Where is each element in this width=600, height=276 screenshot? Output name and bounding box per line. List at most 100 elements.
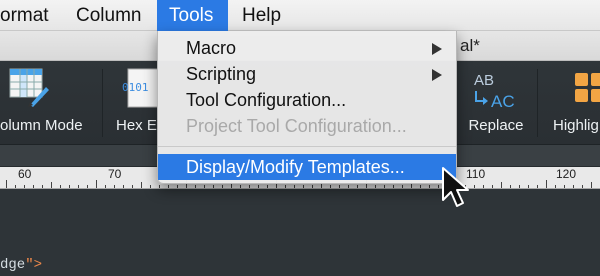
code-token: dge	[0, 257, 26, 273]
ruler-tick	[132, 185, 133, 188]
ruler-tick	[528, 185, 529, 188]
ruler-tick	[420, 185, 421, 188]
replace-icon-top: AB	[474, 72, 494, 89]
ruler-tick	[33, 185, 34, 188]
replace-icon-bottom: AC	[491, 92, 515, 109]
ruler-tick	[141, 182, 142, 188]
highlight-button[interactable]: Highlig	[545, 61, 600, 145]
ruler-tick	[258, 185, 259, 188]
hex-edit-button[interactable]: 0101 Hex E	[104, 61, 164, 145]
code-line: dge">	[0, 257, 42, 273]
ruler-tick	[474, 185, 475, 188]
ruler-tick	[60, 185, 61, 188]
ruler-tick	[123, 185, 124, 188]
menu-item-display-modify-templates[interactable]: Display/Modify Templates...	[158, 154, 456, 180]
menu-item-scripting-label: Scripting	[186, 64, 257, 84]
submenu-arrow-icon	[432, 43, 442, 55]
ruler-tick	[87, 185, 88, 188]
ruler-tick	[510, 185, 511, 188]
ruler-tick	[222, 185, 223, 188]
ruler-tick	[537, 185, 538, 188]
hex-edit-label: Hex E	[116, 117, 157, 134]
menu-separator	[158, 146, 456, 147]
ruler-tick	[330, 185, 331, 188]
menu-format[interactable]: ormat	[0, 0, 61, 31]
replace-button[interactable]: AB AC Replace	[458, 61, 534, 145]
ruler-tick	[312, 185, 313, 188]
ruler-tick	[204, 185, 205, 188]
code-string-token: ">	[25, 257, 43, 273]
submenu-arrow-icon	[432, 69, 442, 81]
ruler-tick	[384, 185, 385, 188]
ruler-tick	[393, 185, 394, 188]
ruler-tick	[24, 185, 25, 188]
window-title: al*	[460, 36, 480, 55]
menu-help[interactable]: Help	[230, 0, 293, 31]
menu-item-macro[interactable]: Macro	[158, 35, 456, 61]
ruler-tick	[6, 180, 7, 188]
ruler-mark-70: 70	[108, 167, 122, 181]
menu-item-scripting[interactable]: Scripting	[158, 61, 456, 87]
menu-item-display-modify-templates-label: Display/Modify Templates...	[186, 157, 405, 177]
menu-item-macro-label: Macro	[186, 38, 237, 58]
ruler-tick	[501, 182, 502, 188]
ruler-tick	[105, 185, 106, 188]
ruler-tick	[195, 185, 196, 188]
ruler-tick	[249, 185, 250, 188]
ruler-tick	[573, 185, 574, 188]
menu-item-project-tool-configuration: Project Tool Configuration...	[158, 113, 456, 139]
replace-icon: AB AC	[470, 69, 520, 114]
ruler-tick	[519, 185, 520, 188]
ruler-tick	[483, 185, 484, 188]
ruler-tick	[69, 185, 70, 188]
highlight-icon	[573, 71, 600, 112]
mouse-pointer-icon	[440, 166, 470, 215]
ruler-tick	[591, 182, 592, 188]
ruler-tick	[78, 185, 79, 188]
ruler-tick	[294, 185, 295, 188]
ruler-tick	[438, 185, 439, 188]
ruler-tick	[303, 185, 304, 188]
ruler-mark-60: 60	[18, 167, 32, 181]
toolbar-divider	[537, 69, 538, 137]
replace-label: Replace	[468, 117, 524, 134]
menu-bar: ormat Column Tools Help	[0, 0, 600, 31]
column-mode-button[interactable]: olumn Mode	[0, 61, 90, 145]
ruler-tick	[348, 185, 349, 188]
menu-tools[interactable]: Tools	[157, 0, 228, 31]
editor-pane[interactable]: dge">	[0, 189, 600, 276]
ruler-tick	[582, 185, 583, 188]
ruler-tick	[357, 185, 358, 188]
ruler-tick	[177, 185, 178, 188]
ruler-tick	[168, 185, 169, 188]
hex-edit-icon: 0101	[118, 67, 162, 114]
ruler-tick	[15, 185, 16, 188]
column-mode-label: olumn Mode	[0, 117, 83, 134]
ruler-tick	[429, 185, 430, 188]
ruler-tick	[114, 185, 115, 188]
menu-column[interactable]: Column	[64, 0, 153, 31]
column-mode-icon	[8, 67, 50, 112]
ruler-tick	[159, 185, 160, 188]
ruler-tick	[402, 185, 403, 188]
ruler-tick	[492, 185, 493, 188]
tools-menu: Macro Scripting Tool Configuration... Pr…	[157, 31, 457, 184]
ruler-tick	[564, 185, 565, 188]
ruler-tick	[42, 185, 43, 188]
ruler-tick	[375, 185, 376, 188]
ruler-tick	[213, 185, 214, 188]
ruler-tick	[267, 185, 268, 188]
menu-item-tool-configuration[interactable]: Tool Configuration...	[158, 87, 456, 113]
hex-edit-icon-text: 0101	[122, 81, 149, 94]
toolbar-divider	[102, 69, 103, 137]
ruler-tick	[240, 185, 241, 188]
ruler-mark-120: 120	[556, 167, 577, 181]
ruler-tick	[285, 185, 286, 188]
highlight-label: Highlig	[553, 117, 599, 134]
ruler-tick	[546, 180, 547, 188]
ruler-tick	[150, 185, 151, 188]
ruler-tick	[96, 180, 97, 188]
ruler-tick	[51, 182, 52, 188]
ruler-tick	[339, 185, 340, 188]
menu-item-tool-configuration-label: Tool Configuration...	[186, 90, 347, 110]
